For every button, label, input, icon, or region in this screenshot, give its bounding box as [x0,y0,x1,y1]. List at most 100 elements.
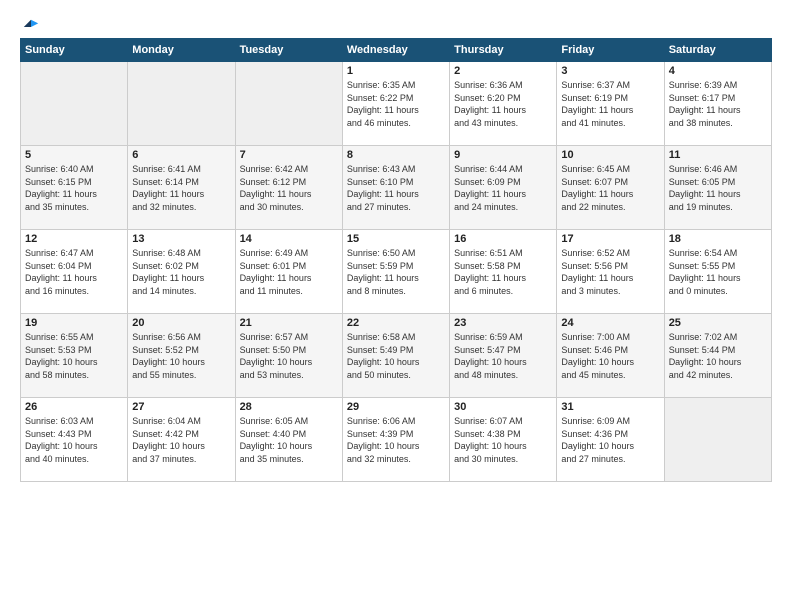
day-info: Sunrise: 6:40 AM Sunset: 6:15 PM Dayligh… [25,163,123,213]
day-info: Sunrise: 6:48 AM Sunset: 6:02 PM Dayligh… [132,247,230,297]
day-number: 13 [132,233,230,245]
day-number: 26 [25,401,123,413]
day-number: 11 [669,149,767,161]
logo-flag-icon [22,18,40,36]
day-number: 21 [240,317,338,329]
calendar-cell [128,62,235,146]
day-header-monday: Monday [128,39,235,62]
calendar-cell: 10Sunrise: 6:45 AM Sunset: 6:07 PM Dayli… [557,146,664,230]
calendar-cell: 1 Sunrise: 6:35 AM Sunset: 6:22 PM Daylig… [342,62,449,146]
logo-text [20,18,40,36]
calendar-cell: 8Sunrise: 6:43 AM Sunset: 6:10 PM Daylig… [342,146,449,230]
day-number: 30 [454,401,552,413]
day-number: 28 [240,401,338,413]
day-info: Sunrise: 6:49 AM Sunset: 6:01 PM Dayligh… [240,247,338,297]
calendar-cell [21,62,128,146]
calendar-week-row: 19Sunrise: 6:55 AM Sunset: 5:53 PM Dayli… [21,314,772,398]
calendar-cell: 25 Sunrise: 7:02 AM Sunset: 5:44 PM Dayli… [664,314,771,398]
calendar-cell: 22Sunrise: 6:58 AM Sunset: 5:49 PM Dayli… [342,314,449,398]
day-info: Sunrise: 6:39 AM Sunset: 6:17 PM Dayligh… [669,79,767,129]
page: SundayMondayTuesdayWednesdayThursdayFrid… [0,0,792,612]
calendar-header-row: SundayMondayTuesdayWednesdayThursdayFrid… [21,39,772,62]
calendar-cell [235,62,342,146]
calendar-cell: 6 Sunrise: 6:41 AM Sunset: 6:14 PM Daylig… [128,146,235,230]
calendar-cell [664,398,771,482]
day-number: 2 [454,65,552,77]
day-header-thursday: Thursday [450,39,557,62]
calendar-week-row: 1 Sunrise: 6:35 AM Sunset: 6:22 PM Daylig… [21,62,772,146]
calendar-cell: 21 Sunrise: 6:57 AM Sunset: 5:50 PM Dayli… [235,314,342,398]
day-info: Sunrise: 6:56 AM Sunset: 5:52 PM Dayligh… [132,331,230,381]
day-info: Sunrise: 6:59 AM Sunset: 5:47 PM Dayligh… [454,331,552,381]
day-number: 6 [132,149,230,161]
day-number: 7 [240,149,338,161]
calendar-cell: 28 Sunrise: 6:05 AM Sunset: 4:40 PM Dayli… [235,398,342,482]
day-header-sunday: Sunday [21,39,128,62]
day-number: 25 [669,317,767,329]
calendar-cell: 30 Sunrise: 6:07 AM Sunset: 4:38 PM Dayli… [450,398,557,482]
day-info: Sunrise: 6:57 AM Sunset: 5:50 PM Dayligh… [240,331,338,381]
day-info: Sunrise: 6:51 AM Sunset: 5:58 PM Dayligh… [454,247,552,297]
day-header-friday: Friday [557,39,664,62]
day-info: Sunrise: 6:41 AM Sunset: 6:14 PM Dayligh… [132,163,230,213]
calendar-cell: 12 Sunrise: 6:47 AM Sunset: 6:04 PM Dayli… [21,230,128,314]
calendar-cell: 5 Sunrise: 6:40 AM Sunset: 6:15 PM Daylig… [21,146,128,230]
day-info: Sunrise: 6:03 AM Sunset: 4:43 PM Dayligh… [25,415,123,465]
day-number: 5 [25,149,123,161]
day-number: 3 [561,65,659,77]
calendar-cell: 29Sunrise: 6:06 AM Sunset: 4:39 PM Dayli… [342,398,449,482]
day-number: 12 [25,233,123,245]
day-info: Sunrise: 7:02 AM Sunset: 5:44 PM Dayligh… [669,331,767,381]
day-info: Sunrise: 6:58 AM Sunset: 5:49 PM Dayligh… [347,331,445,381]
calendar-cell: 13 Sunrise: 6:48 AM Sunset: 6:02 PM Dayli… [128,230,235,314]
calendar-cell: 9 Sunrise: 6:44 AM Sunset: 6:09 PM Daylig… [450,146,557,230]
calendar-cell: 16 Sunrise: 6:51 AM Sunset: 5:58 PM Dayli… [450,230,557,314]
calendar-week-row: 5 Sunrise: 6:40 AM Sunset: 6:15 PM Daylig… [21,146,772,230]
day-info: Sunrise: 6:36 AM Sunset: 6:20 PM Dayligh… [454,79,552,129]
calendar-table: SundayMondayTuesdayWednesdayThursdayFrid… [20,38,772,482]
calendar-cell: 23 Sunrise: 6:59 AM Sunset: 5:47 PM Dayli… [450,314,557,398]
logo [20,18,40,32]
day-number: 17 [561,233,659,245]
day-info: Sunrise: 6:45 AM Sunset: 6:07 PM Dayligh… [561,163,659,213]
day-number: 16 [454,233,552,245]
day-info: Sunrise: 6:05 AM Sunset: 4:40 PM Dayligh… [240,415,338,465]
day-number: 29 [347,401,445,413]
calendar-cell: 7 Sunrise: 6:42 AM Sunset: 6:12 PM Daylig… [235,146,342,230]
calendar-cell: 18Sunrise: 6:54 AM Sunset: 5:55 PM Dayli… [664,230,771,314]
day-info: Sunrise: 6:35 AM Sunset: 6:22 PM Dayligh… [347,79,445,129]
day-number: 14 [240,233,338,245]
day-number: 9 [454,149,552,161]
calendar-cell: 26 Sunrise: 6:03 AM Sunset: 4:43 PM Dayli… [21,398,128,482]
day-number: 18 [669,233,767,245]
calendar-cell: 4 Sunrise: 6:39 AM Sunset: 6:17 PM Daylig… [664,62,771,146]
calendar-cell: 2 Sunrise: 6:36 AM Sunset: 6:20 PM Daylig… [450,62,557,146]
day-info: Sunrise: 6:47 AM Sunset: 6:04 PM Dayligh… [25,247,123,297]
day-number: 27 [132,401,230,413]
day-number: 31 [561,401,659,413]
day-header-wednesday: Wednesday [342,39,449,62]
calendar-cell: 14 Sunrise: 6:49 AM Sunset: 6:01 PM Dayli… [235,230,342,314]
day-number: 1 [347,65,445,77]
day-number: 24 [561,317,659,329]
calendar-week-row: 12 Sunrise: 6:47 AM Sunset: 6:04 PM Dayli… [21,230,772,314]
calendar-cell: 24Sunrise: 7:00 AM Sunset: 5:46 PM Dayli… [557,314,664,398]
day-info: Sunrise: 6:07 AM Sunset: 4:38 PM Dayligh… [454,415,552,465]
day-header-saturday: Saturday [664,39,771,62]
day-number: 23 [454,317,552,329]
day-info: Sunrise: 6:42 AM Sunset: 6:12 PM Dayligh… [240,163,338,213]
calendar-cell: 3 Sunrise: 6:37 AM Sunset: 6:19 PM Daylig… [557,62,664,146]
day-info: Sunrise: 6:46 AM Sunset: 6:05 PM Dayligh… [669,163,767,213]
day-info: Sunrise: 6:37 AM Sunset: 6:19 PM Dayligh… [561,79,659,129]
calendar-cell: 11 Sunrise: 6:46 AM Sunset: 6:05 PM Dayli… [664,146,771,230]
day-header-tuesday: Tuesday [235,39,342,62]
day-info: Sunrise: 6:09 AM Sunset: 4:36 PM Dayligh… [561,415,659,465]
day-number: 20 [132,317,230,329]
header [20,18,772,32]
day-number: 4 [669,65,767,77]
day-info: Sunrise: 6:44 AM Sunset: 6:09 PM Dayligh… [454,163,552,213]
calendar-cell: 15Sunrise: 6:50 AM Sunset: 5:59 PM Dayli… [342,230,449,314]
calendar-week-row: 26 Sunrise: 6:03 AM Sunset: 4:43 PM Dayli… [21,398,772,482]
calendar-cell: 20 Sunrise: 6:56 AM Sunset: 5:52 PM Dayli… [128,314,235,398]
day-info: Sunrise: 6:43 AM Sunset: 6:10 PM Dayligh… [347,163,445,213]
